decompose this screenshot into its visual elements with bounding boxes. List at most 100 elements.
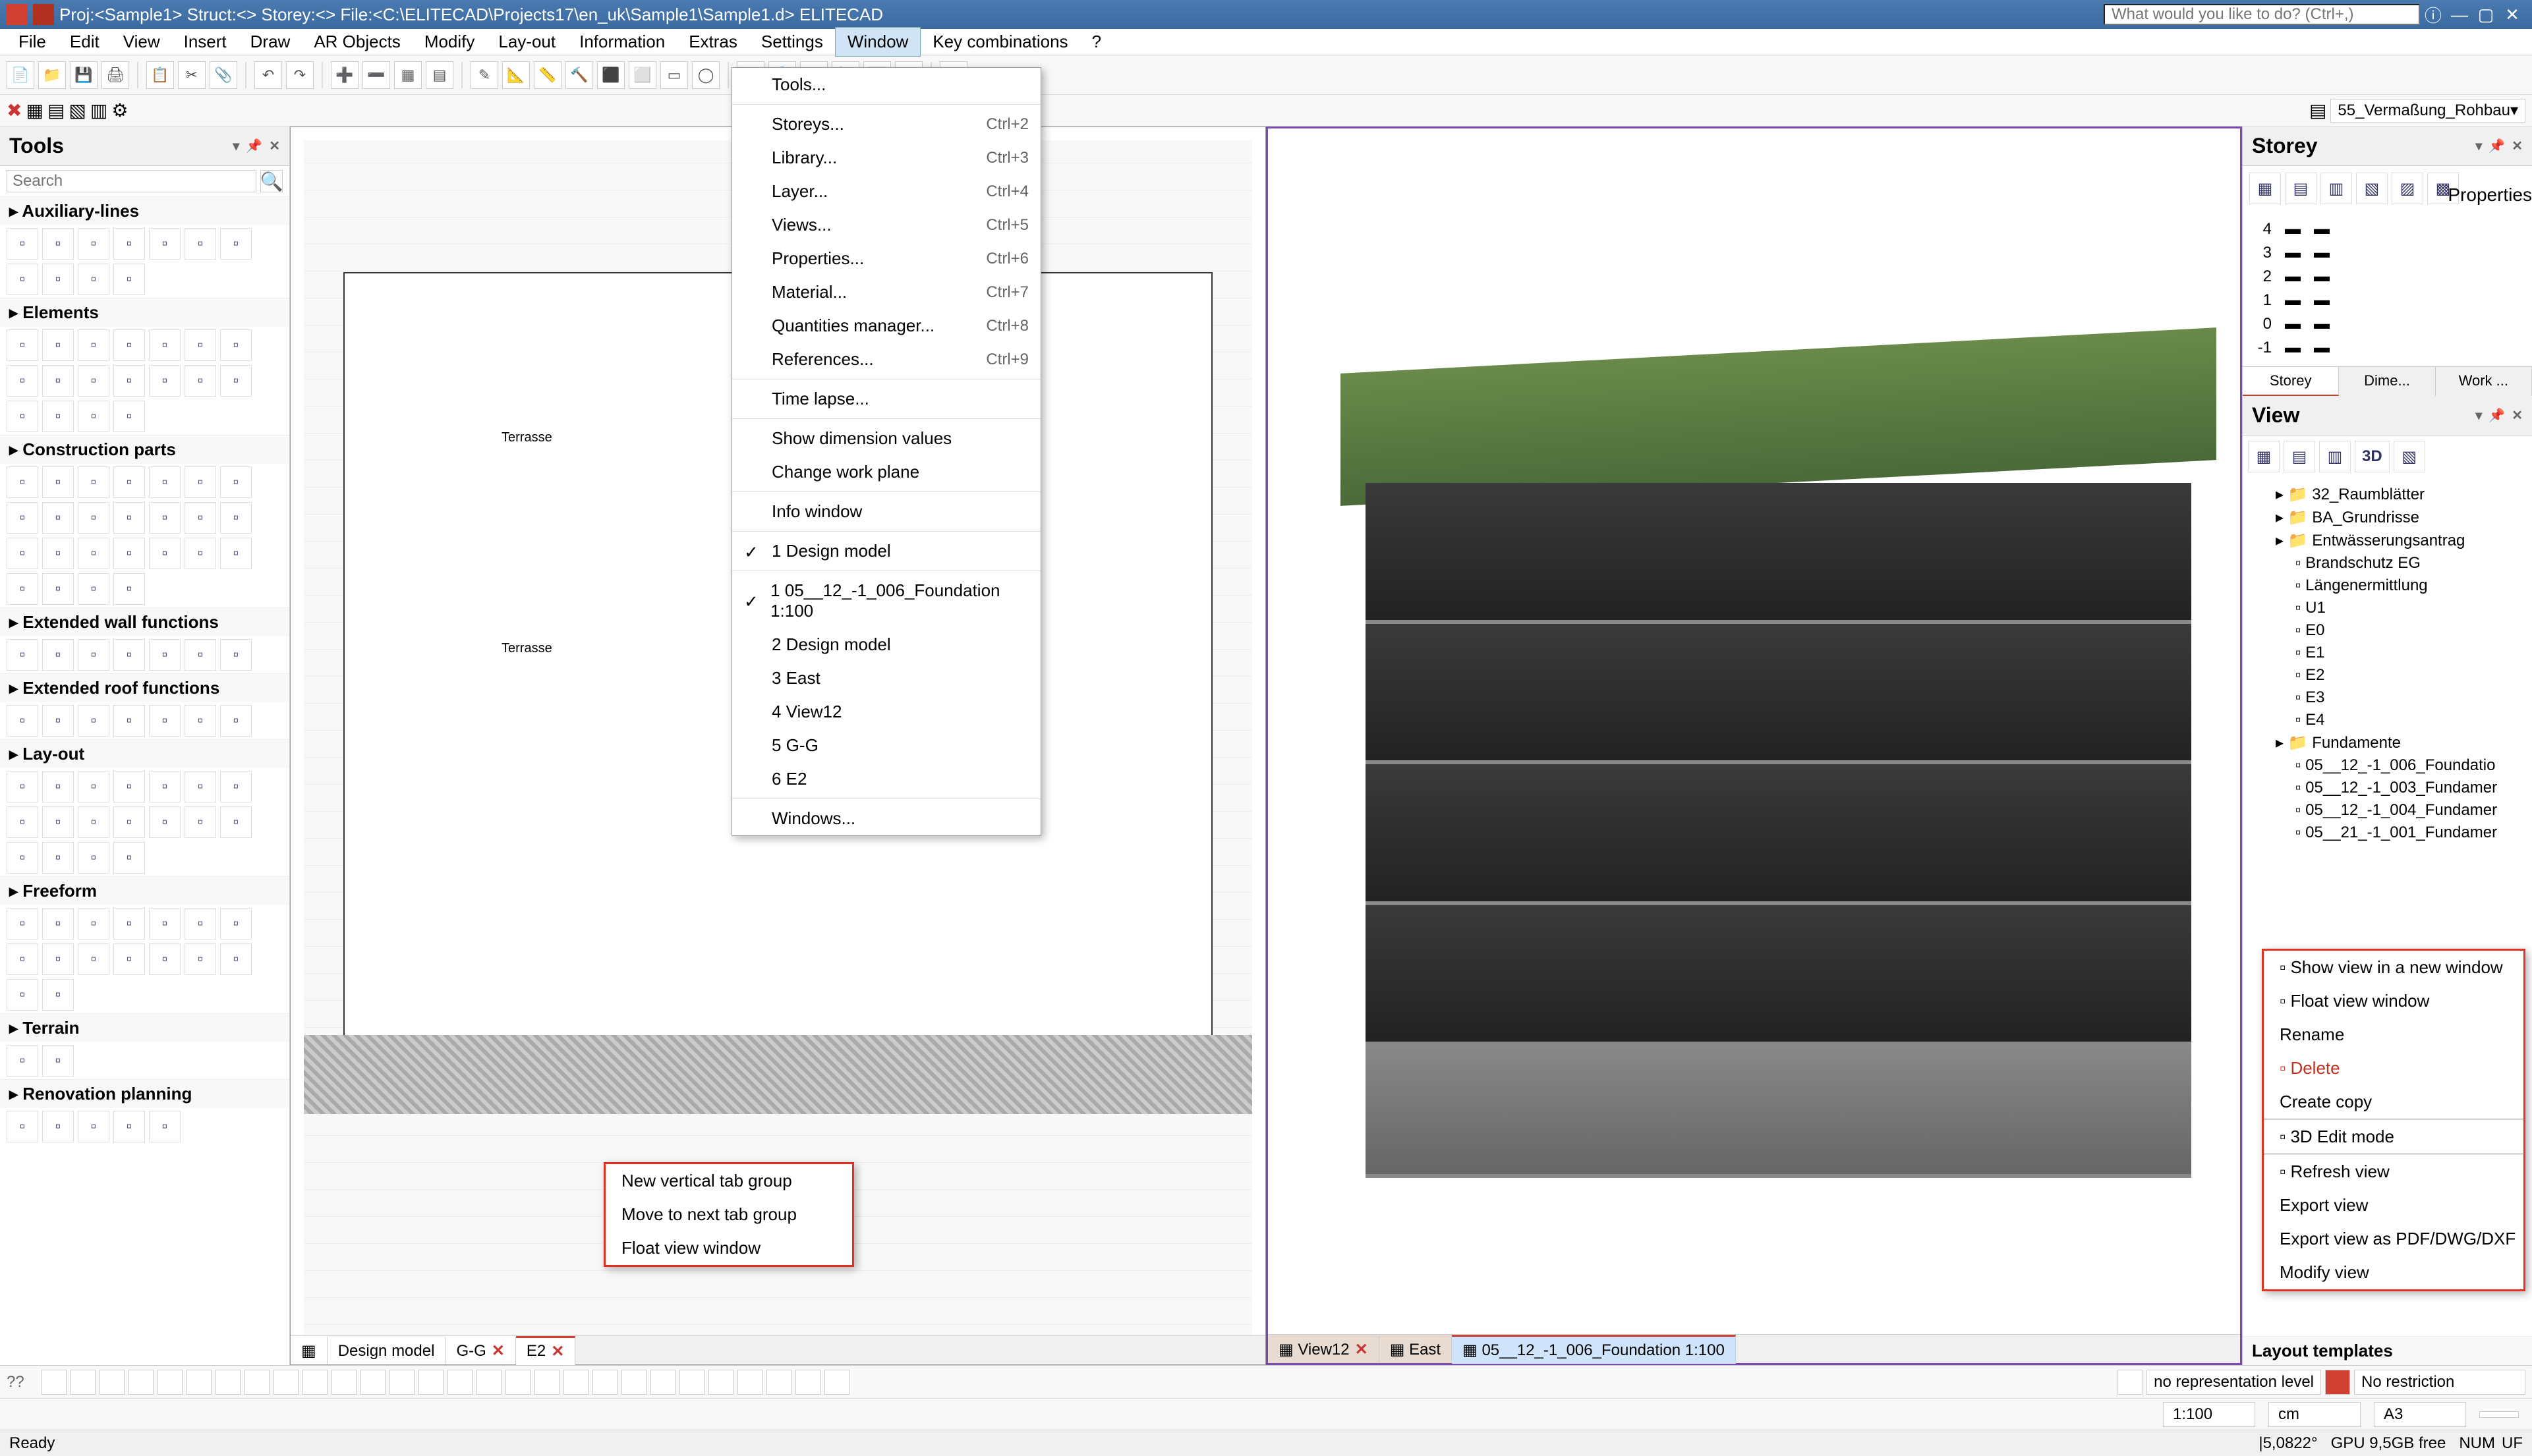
close-icon[interactable]: ✕ xyxy=(2512,407,2523,424)
tool-button[interactable]: ▫ xyxy=(113,466,145,498)
bottom-tool[interactable] xyxy=(679,1370,705,1395)
bottom-tool[interactable] xyxy=(418,1370,444,1395)
section-freeform[interactable]: ▸ Freeform xyxy=(0,876,289,905)
tree-node[interactable]: ▸ 📁 Entwässerungsantrag xyxy=(2249,529,2525,552)
tool-button[interactable]: ▫ xyxy=(78,943,109,975)
tool-button[interactable]: ▫ xyxy=(185,466,216,498)
tool-button[interactable]: ▫ xyxy=(220,228,252,260)
tool-button[interactable]: ▫ xyxy=(220,538,252,569)
tab-g-g[interactable]: G-G✕ xyxy=(446,1336,515,1364)
tool-button[interactable]: ▫ xyxy=(113,943,145,975)
tool-button[interactable]: ▫ xyxy=(185,365,216,397)
layer-icon[interactable]: ▤ xyxy=(2309,99,2326,121)
toolbar-button[interactable]: 📋 xyxy=(146,61,174,89)
close-icon[interactable]: ✕ xyxy=(492,1341,505,1360)
tool-button[interactable]: ▫ xyxy=(149,806,181,838)
tool-button[interactable]: ▫ xyxy=(220,943,252,975)
tool-button[interactable]: ▫ xyxy=(185,908,216,939)
toolbar-button[interactable]: ➕ xyxy=(331,61,359,89)
toolbar-button[interactable]: 📎 xyxy=(210,61,237,89)
tool-button[interactable]: ▫ xyxy=(7,639,38,671)
context-item[interactable]: ▫ Show view in a new window xyxy=(2264,951,2523,984)
tab-view12[interactable]: ▦ View12✕ xyxy=(1268,1335,1379,1363)
toolbar-button[interactable]: ⬛ xyxy=(597,61,625,89)
bottom-tool[interactable] xyxy=(766,1370,791,1395)
menu-view[interactable]: View xyxy=(111,28,172,56)
menu-item[interactable]: 3 East xyxy=(732,661,1041,695)
toolbar-button[interactable]: ➖ xyxy=(362,61,390,89)
tool-button[interactable]: ▫ xyxy=(113,705,145,737)
tool-button[interactable]: ▫ xyxy=(42,264,74,295)
context-item[interactable]: Export view xyxy=(2264,1189,2523,1222)
tool-button[interactable]: ▫ xyxy=(42,502,74,534)
representation-level-combo[interactable]: no representation level xyxy=(2146,1370,2321,1395)
tool-button[interactable]: ▫ xyxy=(42,943,74,975)
menu-information[interactable]: Information xyxy=(567,28,677,56)
tools-search-input[interactable] xyxy=(7,170,256,192)
tree-node[interactable]: ▸ 📁 Fundamente xyxy=(2249,731,2525,754)
tool-button[interactable]: ▫ xyxy=(78,842,109,874)
menu-modify[interactable]: Modify xyxy=(413,28,487,56)
panel-tab[interactable]: Dime... xyxy=(2339,367,2435,396)
tool-button[interactable]: ▫ xyxy=(7,1045,38,1077)
tool-button[interactable]: ▫ xyxy=(149,329,181,361)
tool-button[interactable]: ▫ xyxy=(42,908,74,939)
tree-node[interactable]: ▫ E0 xyxy=(2249,619,2525,642)
tree-node[interactable]: ▫ Brandschutz EG xyxy=(2249,552,2525,574)
tool-button[interactable]: ▫ xyxy=(7,365,38,397)
maximize-button[interactable]: ▢ xyxy=(2473,5,2499,25)
tool-button[interactable]: ▫ xyxy=(220,329,252,361)
pin-icon[interactable]: 📌 xyxy=(2489,407,2505,424)
menu-layout[interactable]: Lay-out xyxy=(486,28,567,56)
menu-item[interactable]: Layer...Ctrl+4 xyxy=(732,175,1041,208)
filter-icon[interactable]: ▥ xyxy=(90,99,107,121)
bottom-tool[interactable] xyxy=(795,1370,820,1395)
mode-3d[interactable]: 3D xyxy=(2355,441,2390,472)
tab-east[interactable]: ▦ East xyxy=(1379,1335,1452,1363)
close-button[interactable]: ✕ xyxy=(2499,5,2525,25)
tool-button[interactable]: ▫ xyxy=(113,806,145,838)
context-item[interactable]: ▫ Refresh view xyxy=(2264,1155,2523,1189)
menu-item[interactable]: Library...Ctrl+3 xyxy=(732,141,1041,175)
bottom-tool[interactable] xyxy=(737,1370,762,1395)
tool-button[interactable]: ▫ xyxy=(78,264,109,295)
bottom-tool[interactable] xyxy=(71,1370,96,1395)
tool-button[interactable]: ▫ xyxy=(185,228,216,260)
chevron-down-icon[interactable]: ▾ xyxy=(2475,407,2482,424)
section-construction-parts[interactable]: ▸ Construction parts xyxy=(0,435,289,464)
tool-button[interactable]: ▫ xyxy=(220,771,252,802)
rep-icon[interactable] xyxy=(2117,1370,2143,1395)
tool-button[interactable]: ▫ xyxy=(42,1045,74,1077)
view-tool[interactable]: ▦ xyxy=(2248,441,2280,472)
context-item[interactable]: ▫ Delete xyxy=(2264,1051,2523,1085)
toolbar-button[interactable]: 🖨 xyxy=(101,61,129,89)
tool-button[interactable]: ▫ xyxy=(42,365,74,397)
close-icon[interactable]: ✕ xyxy=(269,138,280,154)
tool-button[interactable]: ▫ xyxy=(185,538,216,569)
tool-button[interactable]: ▫ xyxy=(149,502,181,534)
menu-item[interactable]: Show dimension values xyxy=(732,422,1041,455)
tool-button[interactable]: ▫ xyxy=(78,502,109,534)
tool-button[interactable]: ▫ xyxy=(78,1111,109,1142)
tool-button[interactable]: ▫ xyxy=(78,806,109,838)
tool-button[interactable]: ▫ xyxy=(185,943,216,975)
tool-button[interactable]: ▫ xyxy=(220,502,252,534)
menu-item[interactable]: 6 E2 xyxy=(732,762,1041,796)
section-elements[interactable]: ▸ Elements xyxy=(0,298,289,327)
tool-button[interactable]: ▫ xyxy=(42,639,74,671)
tool-button[interactable]: ▫ xyxy=(220,908,252,939)
tool-button[interactable]: ▫ xyxy=(7,329,38,361)
menu-item[interactable]: 5 G-G xyxy=(732,729,1041,762)
toolbar-button[interactable]: ✎ xyxy=(471,61,498,89)
context-item[interactable]: Rename xyxy=(2264,1018,2523,1051)
tool-button[interactable]: ▫ xyxy=(149,639,181,671)
viewport-right[interactable]: Tab Group ▦ View12✕▦ East▦ 05__12_-1_006… xyxy=(1266,126,2242,1365)
tool-button[interactable]: ▫ xyxy=(7,466,38,498)
bottom-tool[interactable] xyxy=(187,1370,212,1395)
layout-templates-header[interactable]: Layout templates xyxy=(2243,1336,2532,1365)
tool-button[interactable]: ▫ xyxy=(185,705,216,737)
tool-button[interactable]: ▫ xyxy=(42,806,74,838)
bottom-tool[interactable] xyxy=(563,1370,589,1395)
bottom-tool[interactable] xyxy=(389,1370,415,1395)
close-icon[interactable]: ✕ xyxy=(2512,138,2523,154)
